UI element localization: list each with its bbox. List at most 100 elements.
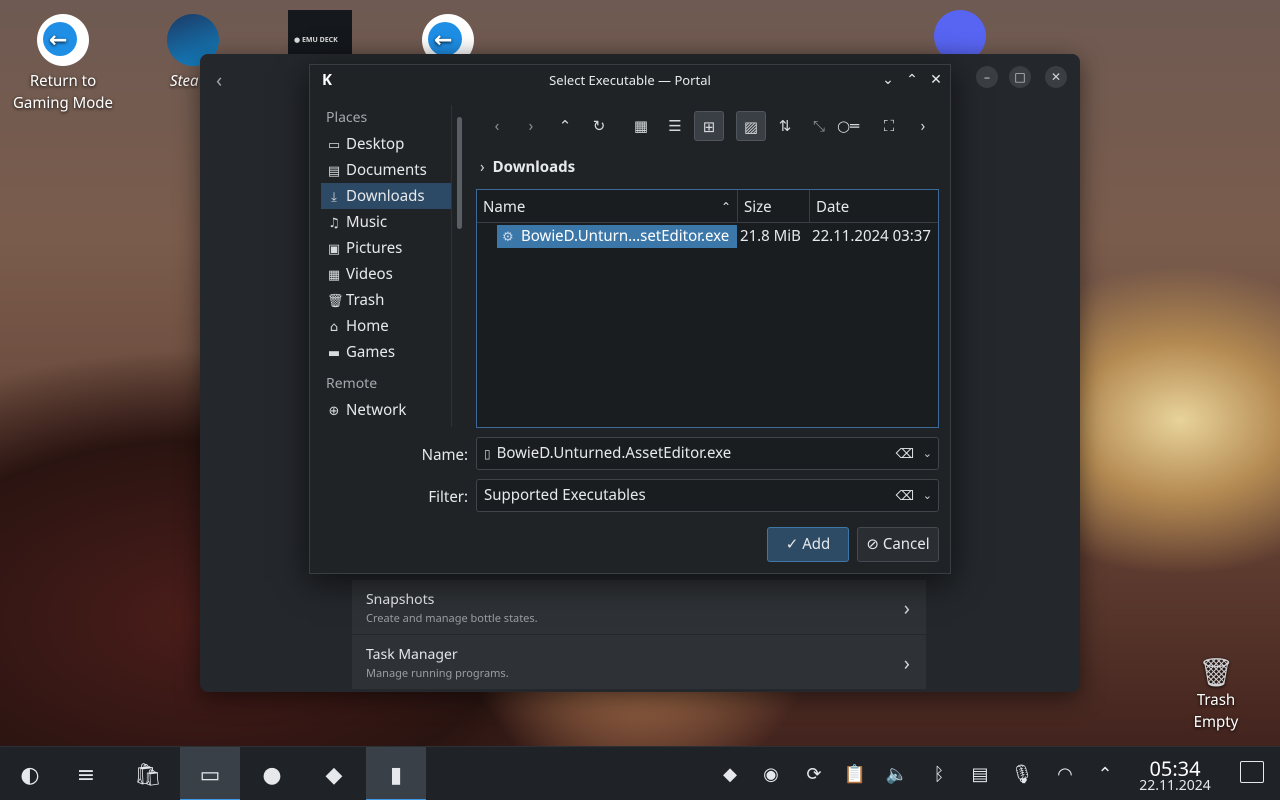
close-button[interactable]: ✕ (1045, 66, 1067, 88)
parent-folder-icon[interactable]: ⌃ (550, 111, 580, 141)
discover-store-icon[interactable]: 🛍 (118, 747, 178, 800)
column-name[interactable]: Name ⌃ (477, 190, 737, 223)
file-size: 21.8 MiB (740, 226, 801, 246)
file-name[interactable]: ⚙ BowieD.Unturn...setEditor.exe (497, 225, 737, 248)
filter-field[interactable]: Supported Executables ⌫ ⌄ (476, 479, 939, 512)
task-manager-row[interactable]: Task Manager Manage running programs. › (352, 635, 926, 690)
settings-sliders-icon[interactable]: ≡ (56, 747, 116, 800)
place-downloads[interactable]: ⤓ Downloads (321, 183, 452, 209)
column-date[interactable]: Date (809, 190, 938, 223)
remote-header: Remote (326, 374, 378, 393)
trash-status: Empty (1193, 712, 1239, 732)
divider (451, 105, 452, 427)
anydesk-icon[interactable]: ◆ (304, 747, 364, 800)
tree-view-icon[interactable]: ⊞ (694, 111, 724, 141)
trash-icon: 🗑 (1198, 653, 1234, 691)
file-toolbar: ‹ › ⌃ ↻ ▦ ☰ ⊞ ▨ ⇅ ⤡ ○═ ⛶ › (482, 111, 942, 143)
desktop-icon: ▭ (327, 135, 341, 153)
zoom-in-icon[interactable]: ⛶ (874, 111, 904, 141)
filename-field[interactable]: ▯ BowieD.Unturned.AssetEditor.exe ⌫ ⌄ (476, 437, 939, 470)
storage-icon[interactable]: ▤ (963, 747, 997, 800)
places-scrollbar[interactable] (457, 117, 462, 229)
taskbar: ◐ ≡ 🛍 ▭ ● ◆ ▮ ◆ ◉ ⟳ 📋 🔈 ᛒ ▤ 🎙 ◠ ⌃ (0, 746, 1280, 800)
clear-icon[interactable]: ⌫ (896, 438, 914, 469)
file-list-header: Name ⌃ Size Date (477, 190, 938, 223)
breadcrumb[interactable]: › Downloads (480, 157, 575, 177)
update-icon[interactable]: ⟳ (797, 747, 831, 800)
videos-icon: ▦ (327, 265, 341, 283)
desktop-trash[interactable]: 🗑 Trash Empty (1175, 655, 1257, 733)
row-subtitle: Create and manage bottle states. (366, 611, 538, 626)
clock-date[interactable]: 22.11.2024 (1130, 776, 1220, 795)
chevron-down-icon[interactable]: ⌄ (876, 65, 900, 95)
minimize-button[interactable]: – (976, 66, 998, 88)
file-manager-icon[interactable]: ▭ (180, 747, 240, 800)
place-videos[interactable]: ▦ Videos (321, 261, 452, 287)
place-network[interactable]: ⊕ Network (321, 397, 452, 423)
snapshots-row[interactable]: Snapshots Create and manage bottle state… (352, 580, 926, 635)
chevron-right-icon: › (480, 157, 485, 177)
check-icon: ✓ (785, 534, 803, 554)
desktop-icon-label: Return to Gaming Mode (13, 71, 113, 113)
chevron-down-icon[interactable]: ⌄ (923, 438, 932, 469)
row-title: Snapshots (366, 590, 435, 609)
cancel-icon: ⊘ (866, 534, 883, 554)
chevron-right-icon: › (903, 649, 910, 676)
maximize-button[interactable]: □ (1009, 66, 1031, 88)
bottle-options-list: Snapshots Create and manage bottle state… (352, 580, 926, 690)
desktop-icon-return-gaming[interactable]: ← Return to Gaming Mode (8, 14, 118, 114)
row-subtitle: Manage running programs. (366, 666, 509, 681)
microphone-icon[interactable]: 🎙 (1005, 747, 1039, 800)
reload-icon[interactable]: ↻ (584, 111, 614, 141)
bottles-icon[interactable]: ▮ (366, 747, 426, 800)
back-icon[interactable]: ‹ (482, 111, 512, 141)
back-arrow-icon: ← (37, 14, 89, 66)
sort-asc-icon: ⌃ (720, 198, 731, 215)
clear-icon[interactable]: ⌫ (896, 480, 914, 511)
anydesk-tray-icon[interactable]: ◆ (713, 747, 747, 800)
app-launcher-icon[interactable]: ◐ (0, 747, 60, 800)
documents-icon: ▤ (327, 161, 341, 179)
name-label: Name: (421, 445, 468, 465)
place-documents[interactable]: ▤ Documents (321, 157, 452, 183)
icon-view-icon[interactable]: ▦ (626, 111, 656, 141)
chevron-down-icon[interactable]: ⌄ (923, 480, 932, 511)
firefox-icon[interactable]: ● (242, 747, 302, 800)
add-button[interactable]: ✓ Add (767, 527, 849, 562)
select-executable-dialog: K Select Executable — Portal ⌄ ⌃ ✕ Place… (309, 64, 951, 574)
pictures-icon: ▣ (327, 239, 341, 257)
trash-icon: 🗑 (327, 291, 344, 309)
detail-view-icon[interactable]: ☰ (660, 111, 690, 141)
place-trash[interactable]: 🗑 Trash (321, 287, 452, 313)
more-icon[interactable]: › (908, 111, 938, 141)
steam-tray-icon[interactable]: ◉ (754, 747, 788, 800)
back-icon[interactable]: ‹ (216, 66, 222, 93)
close-icon[interactable]: ✕ (924, 65, 948, 95)
wifi-icon[interactable]: ◠ (1048, 747, 1082, 800)
sort-icon[interactable]: ⇅ (770, 111, 800, 141)
folder-icon: ▬ (327, 343, 341, 361)
home-icon: ⌂ (329, 317, 339, 335)
network-icon: ⊕ (328, 401, 340, 419)
place-pictures[interactable]: ▣ Pictures (321, 235, 452, 261)
preview-icon[interactable]: ▨ (736, 111, 766, 141)
dialog-titlebar: K Select Executable — Portal ⌄ ⌃ ✕ (310, 65, 950, 95)
chevron-up-icon[interactable]: ⌃ (1088, 747, 1122, 800)
forward-icon[interactable]: › (516, 111, 546, 141)
file-list[interactable]: Name ⌃ Size Date ⚙ BowieD.Unturn...setEdit… (476, 189, 939, 428)
place-games[interactable]: ▬ Games (321, 339, 452, 365)
zoom-slider[interactable]: ○═ (828, 111, 868, 141)
file-row[interactable]: ⚙ BowieD.Unturn...setEditor.exe 21.8 MiB … (477, 225, 938, 248)
row-title: Task Manager (366, 645, 458, 664)
volume-icon[interactable]: 🔈 (880, 747, 914, 800)
chevron-up-icon[interactable]: ⌃ (900, 65, 924, 95)
place-music[interactable]: ♫ Music (321, 209, 452, 235)
clipboard-icon[interactable]: 📋 (838, 747, 872, 800)
place-desktop[interactable]: ▭ Desktop (321, 131, 452, 157)
place-home[interactable]: ⌂ Home (321, 313, 452, 339)
bluetooth-icon[interactable]: ᛒ (922, 747, 956, 800)
downloads-icon: ⤓ (331, 187, 337, 205)
column-size[interactable]: Size (737, 190, 809, 223)
show-desktop-icon[interactable] (1240, 761, 1264, 783)
cancel-button[interactable]: ⊘ Cancel (857, 527, 939, 562)
